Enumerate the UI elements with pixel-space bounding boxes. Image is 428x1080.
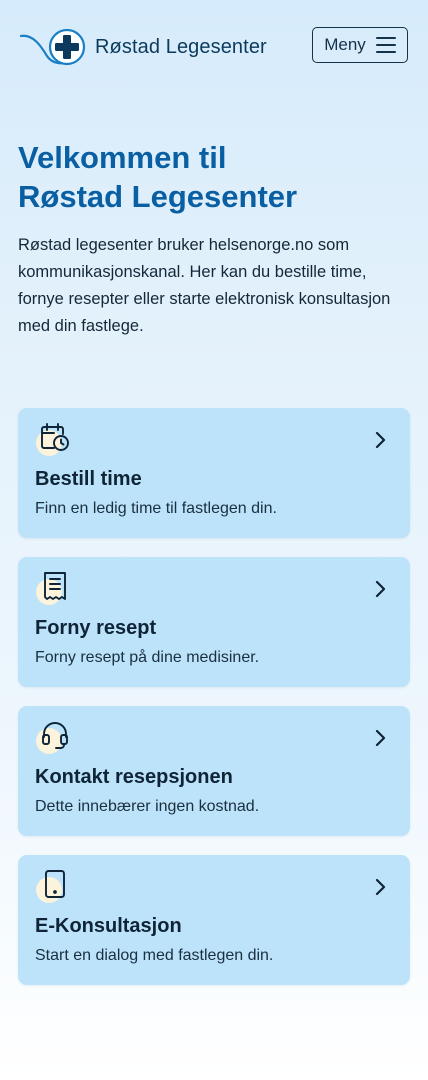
chevron-right-icon	[375, 431, 386, 449]
logo[interactable]: Røstad Legesenter	[19, 24, 267, 70]
hamburger-icon	[375, 37, 396, 53]
card-subtitle: Forny resept på dine medisiner.	[35, 649, 260, 666]
page-title-line-2: Røstad Legesenter	[18, 179, 298, 214]
card-e-konsultasjon[interactable]: E-Konsultasjon Start en dialog med fastl…	[18, 855, 410, 985]
site-header: Røstad Legesenter Meny	[0, 0, 428, 94]
logo-text: Røstad Legesenter	[95, 35, 267, 58]
menu-button[interactable]: Meny	[312, 27, 408, 63]
logo-cross-icon	[19, 28, 86, 66]
card-subtitle: Finn en ledig time til fastlegen din.	[35, 500, 277, 517]
menu-button-label: Meny	[324, 35, 366, 54]
prescription-document-icon	[36, 571, 70, 605]
card-title: E-Konsultasjon	[35, 915, 182, 937]
card-title: Bestill time	[35, 468, 142, 490]
card-title: Forny resept	[35, 617, 157, 639]
card-kontakt-resepsjonen[interactable]: Kontakt resepsjonen Dette innebærer inge…	[18, 706, 410, 836]
card-title: Kontakt resepsjonen	[35, 766, 233, 788]
card-subtitle: Dette innebærer ingen kostnad.	[35, 798, 260, 815]
card-bestill-time[interactable]: Bestill time Finn en ledig time til fast…	[18, 408, 410, 538]
chevron-right-icon	[375, 878, 386, 896]
card-subtitle: Start en dialog med fastlegen din.	[35, 947, 274, 964]
headset-icon	[36, 720, 70, 754]
intro-text: Røstad legesenter bruker helsenorge.no s…	[18, 236, 391, 335]
page-title: Velkommen til Røstad Legesenter	[18, 138, 418, 216]
page-title-line-1: Velkommen til	[18, 140, 227, 175]
calendar-clock-icon	[36, 422, 70, 456]
chevron-right-icon	[375, 580, 386, 598]
card-forny-resept[interactable]: Forny resept Forny resept på dine medisi…	[18, 557, 410, 687]
tablet-icon	[36, 869, 70, 903]
chevron-right-icon	[375, 729, 386, 747]
